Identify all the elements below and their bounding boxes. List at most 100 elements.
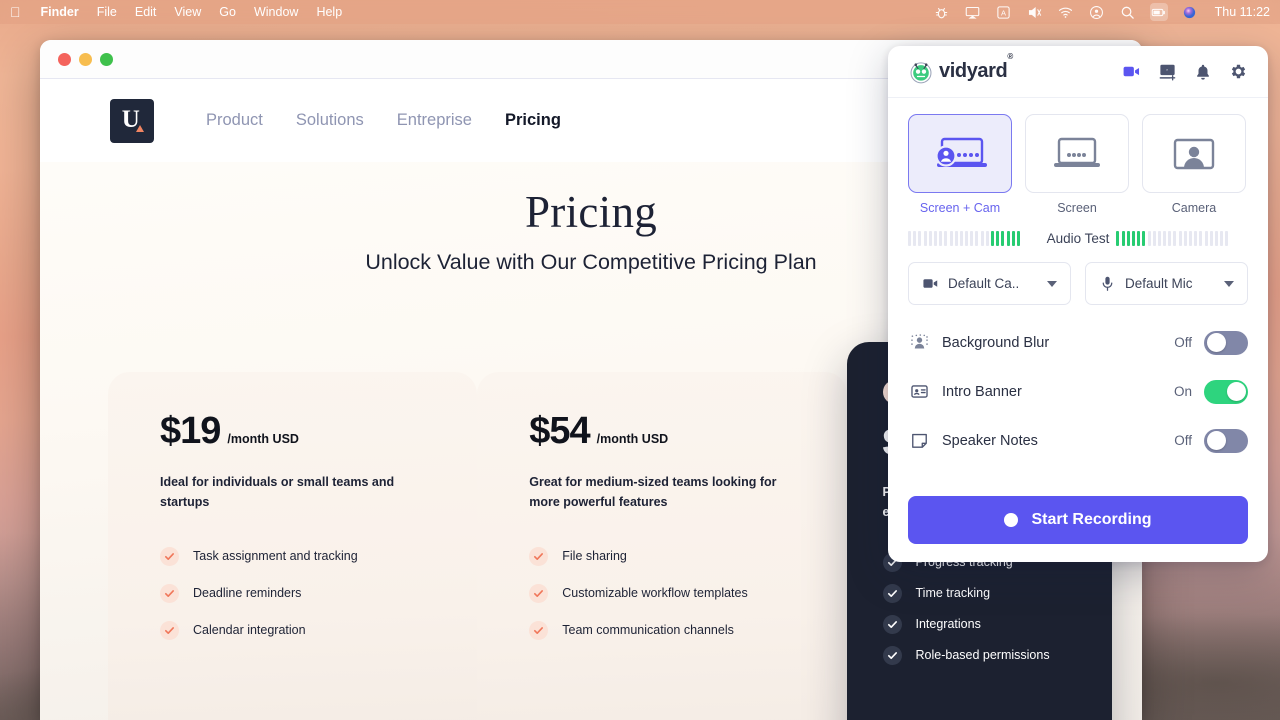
video-library-icon[interactable] (1158, 62, 1177, 81)
menu-item-file[interactable]: File (97, 5, 117, 19)
record-video-icon[interactable] (1122, 62, 1141, 81)
option-label: Speaker Notes (942, 432, 1038, 449)
speaker-notes-icon (908, 431, 930, 450)
camera-select-value: Default Ca.. (948, 276, 1020, 291)
start-recording-label: Start Recording (1031, 511, 1152, 528)
bug-icon[interactable] (933, 3, 951, 21)
toggle-knob (1226, 382, 1246, 401)
camera-icon (1173, 138, 1215, 169)
menu-item-help[interactable]: Help (316, 5, 342, 19)
menu-item-edit[interactable]: Edit (135, 5, 157, 19)
site-logo[interactable]: U (110, 98, 154, 143)
vidyard-header-icons (1122, 62, 1248, 81)
menu-bar-clock[interactable]: Thu 11:22 (1215, 5, 1270, 19)
audio-bar (928, 231, 932, 246)
audio-bar (959, 231, 963, 246)
option-state: Off (1174, 335, 1192, 350)
option-label: Background Blur (942, 334, 1050, 351)
feature-item: Team communication channels (529, 620, 794, 640)
feature-list: Task assignment and tracking Deadline re… (160, 546, 425, 640)
audio-bar (918, 231, 922, 246)
audio-bar (939, 231, 943, 246)
mode-screen[interactable]: Screen (1025, 114, 1129, 215)
nav-link-pricing[interactable]: Pricing (505, 111, 561, 130)
logo-triangle-icon (136, 124, 144, 132)
screen-mirroring-icon[interactable] (964, 3, 982, 21)
intro-banner-icon (908, 382, 930, 401)
toggle-knob (1206, 431, 1226, 450)
audio-bar (965, 231, 969, 246)
vidyard-mascot-icon (910, 61, 932, 83)
mute-icon[interactable] (1026, 3, 1044, 21)
camera-icon (923, 279, 938, 288)
audio-bar (1209, 231, 1213, 246)
mode-label: Screen + Cam (919, 201, 1001, 215)
wifi-icon[interactable] (1057, 3, 1075, 21)
menu-item-go[interactable]: Go (219, 5, 236, 19)
chevron-down-icon (1047, 280, 1057, 287)
menu-item-window[interactable]: Window (254, 5, 298, 19)
apple-menu-icon[interactable]:  (10, 5, 21, 19)
audio-test-meter: Audio Test (888, 215, 1268, 246)
audio-bar (996, 231, 1000, 246)
option-label: Intro Banner (942, 383, 1022, 400)
price-amount: $19 (160, 410, 221, 452)
search-icon[interactable] (1119, 3, 1137, 21)
window-controls (58, 52, 113, 66)
audio-bar (933, 231, 937, 246)
audio-bar (1168, 231, 1172, 246)
vidyard-header: vidyard® (888, 46, 1268, 98)
device-selectors: Default Ca.. Default Mic (888, 246, 1268, 305)
price-period: /month USD (227, 432, 299, 446)
feature-label: Integrations (915, 617, 981, 631)
close-button[interactable] (58, 52, 71, 66)
audio-bar (1225, 231, 1229, 246)
check-icon (160, 620, 179, 640)
audio-bar (954, 231, 958, 246)
audio-bar (1006, 231, 1010, 246)
camera-select[interactable]: Default Ca.. (908, 262, 1071, 305)
microphone-select[interactable]: Default Mic (1085, 262, 1248, 305)
feature-list: File sharing Customizable workflow templ… (529, 546, 794, 640)
feature-label: Customizable workflow templates (562, 586, 748, 600)
keyboard-input-icon[interactable]: A (995, 3, 1013, 21)
audio-bar (1121, 231, 1125, 246)
check-icon (882, 583, 902, 603)
screen-icon (1054, 137, 1100, 167)
speaker-notes-toggle[interactable] (1204, 428, 1248, 453)
menu-item-view[interactable]: View (174, 5, 201, 19)
feature-label: Role-based permissions (915, 648, 1050, 662)
feature-item: Time tracking (882, 583, 1076, 603)
chevron-down-icon (1224, 280, 1234, 287)
intro-banner-toggle[interactable] (1204, 379, 1248, 404)
audio-bar (1204, 231, 1208, 246)
mode-camera[interactable]: Camera (1142, 114, 1246, 215)
zoom-button[interactable] (100, 52, 113, 66)
audio-bar (991, 231, 994, 246)
control-center-icon[interactable] (1088, 3, 1106, 21)
nav-link-solutions[interactable]: Solutions (296, 111, 364, 130)
siri-icon[interactable] (1181, 3, 1199, 21)
toggle-knob (1206, 333, 1226, 352)
option-speaker-notes: Speaker Notes Off (908, 416, 1248, 465)
settings-gear-icon[interactable] (1229, 62, 1248, 81)
macos-menu-bar:  Finder File Edit View Go Window Help A (0, 0, 1280, 24)
battery-icon[interactable] (1149, 3, 1168, 21)
option-background-blur: Background Blur Off (908, 318, 1248, 367)
mode-screen-and-cam[interactable]: Screen + Cam (908, 114, 1012, 215)
audio-bar (1126, 231, 1130, 246)
option-intro-banner: Intro Banner On (908, 367, 1248, 416)
minimize-button[interactable] (79, 52, 92, 66)
start-recording-button[interactable]: Start Recording (908, 496, 1248, 544)
menu-item-finder[interactable]: Finder (41, 5, 79, 19)
nav-link-product[interactable]: Product (206, 111, 263, 130)
background-blur-toggle[interactable] (1204, 330, 1248, 355)
audio-bar (1163, 231, 1167, 246)
microphone-icon (1102, 276, 1113, 291)
feature-label: File sharing (562, 549, 627, 563)
plan-description: Ideal for individuals or small teams and… (160, 475, 395, 509)
notifications-bell-icon[interactable] (1194, 63, 1212, 81)
nav-link-entreprise[interactable]: Entreprise (397, 111, 472, 130)
audio-bar (1001, 231, 1005, 246)
vidyard-logo: vidyard® (908, 52, 1013, 85)
